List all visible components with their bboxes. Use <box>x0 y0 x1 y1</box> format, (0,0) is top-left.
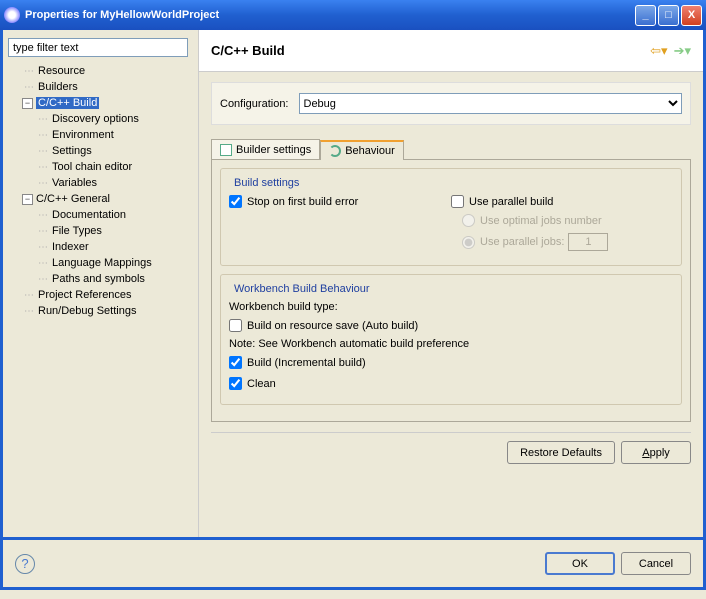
back-arrow-icon[interactable]: ⇦▾ <box>650 43 667 59</box>
incremental-build-checkbox[interactable] <box>229 356 242 369</box>
maximize-button[interactable]: □ <box>658 5 679 26</box>
incremental-build-label: Build (Incremental build) <box>247 357 366 369</box>
build-on-save-checkbox[interactable] <box>229 319 242 332</box>
tree-pathssym[interactable]: Paths and symbols <box>36 271 193 287</box>
tree-documentation[interactable]: Documentation <box>36 207 193 223</box>
tab-builder-settings[interactable]: Builder settings <box>211 139 320 159</box>
tab-content: Build settings Stop on first build error… <box>211 159 691 422</box>
optimal-jobs-label: Use optimal jobs number <box>480 215 602 227</box>
tree-variables[interactable]: Variables <box>36 175 193 191</box>
optimal-jobs-radio <box>462 214 475 227</box>
tabs: Builder settings Behaviour <box>211 139 691 159</box>
page-header: C/C++ Build ⇦▾ ➔▾ <box>199 30 703 72</box>
nav-tree: Resource Builders −C/C++ Build Discovery… <box>8 63 193 529</box>
clean-checkbox[interactable] <box>229 377 242 390</box>
dialog-footer: ? OK Cancel <box>0 540 706 590</box>
workbench-note: Note: See Workbench automatic build pref… <box>229 338 673 350</box>
build-on-save-label: Build on resource save (Auto build) <box>247 320 418 332</box>
tree-resource[interactable]: Resource <box>22 63 193 79</box>
ok-button[interactable]: OK <box>545 552 615 575</box>
workbench-legend: Workbench Build Behaviour <box>231 283 373 295</box>
tree-filetypes[interactable]: File Types <box>36 223 193 239</box>
close-button[interactable]: X <box>681 5 702 26</box>
right-panel: C/C++ Build ⇦▾ ➔▾ Configuration: Debug B… <box>198 30 703 537</box>
parallel-jobs-spinner <box>568 233 608 251</box>
configuration-label: Configuration: <box>220 98 289 110</box>
page-title: C/C++ Build <box>211 43 644 58</box>
page-footer: Restore Defaults Apply <box>211 432 691 472</box>
left-panel: Resource Builders −C/C++ Build Discovery… <box>3 30 198 537</box>
tree-ccbuild[interactable]: −C/C++ Build <box>22 95 193 111</box>
restore-defaults-button[interactable]: Restore Defaults <box>507 441 615 464</box>
tree-builders[interactable]: Builders <box>22 79 193 95</box>
parallel-jobs-label: Use parallel jobs: <box>480 236 564 248</box>
minimize-button[interactable]: _ <box>635 5 656 26</box>
tree-environment[interactable]: Environment <box>36 127 193 143</box>
tab-behaviour[interactable]: Behaviour <box>320 140 404 160</box>
configuration-row: Configuration: Debug <box>211 82 691 125</box>
help-icon[interactable]: ? <box>15 554 35 574</box>
tree-discovery[interactable]: Discovery options <box>36 111 193 127</box>
workbench-group: Workbench Build Behaviour Workbench buil… <box>220 274 682 405</box>
tree-projrefs[interactable]: Project References <box>22 287 193 303</box>
tree-indexer[interactable]: Indexer <box>36 239 193 255</box>
build-settings-legend: Build settings <box>231 177 302 189</box>
stop-on-error-label: Stop on first build error <box>247 196 358 208</box>
settings-icon <box>220 144 232 156</box>
stop-on-error-checkbox[interactable] <box>229 195 242 208</box>
forward-arrow-icon[interactable]: ➔▾ <box>674 43 691 59</box>
tree-ccgeneral[interactable]: −C/C++ General <box>22 191 193 207</box>
use-parallel-checkbox[interactable] <box>451 195 464 208</box>
window-title: Properties for MyHellowWorldProject <box>25 9 633 21</box>
filter-input[interactable] <box>8 38 188 57</box>
configuration-select[interactable]: Debug <box>299 93 683 114</box>
apply-button[interactable]: Apply <box>621 441 691 464</box>
tree-langmap[interactable]: Language Mappings <box>36 255 193 271</box>
collapse-icon[interactable]: − <box>22 98 33 109</box>
workbench-type-label: Workbench build type: <box>229 301 673 313</box>
use-parallel-label: Use parallel build <box>469 196 553 208</box>
cancel-button[interactable]: Cancel <box>621 552 691 575</box>
tree-rundebug[interactable]: Run/Debug Settings <box>22 303 193 319</box>
parallel-jobs-radio <box>462 236 475 249</box>
build-settings-group: Build settings Stop on first build error… <box>220 168 682 266</box>
titlebar[interactable]: Properties for MyHellowWorldProject _ □ … <box>0 0 706 30</box>
clean-label: Clean <box>247 378 276 390</box>
app-icon <box>4 7 20 23</box>
refresh-icon <box>329 145 341 157</box>
tree-toolchain[interactable]: Tool chain editor <box>36 159 193 175</box>
collapse-icon[interactable]: − <box>22 194 33 205</box>
tree-settings[interactable]: Settings <box>36 143 193 159</box>
